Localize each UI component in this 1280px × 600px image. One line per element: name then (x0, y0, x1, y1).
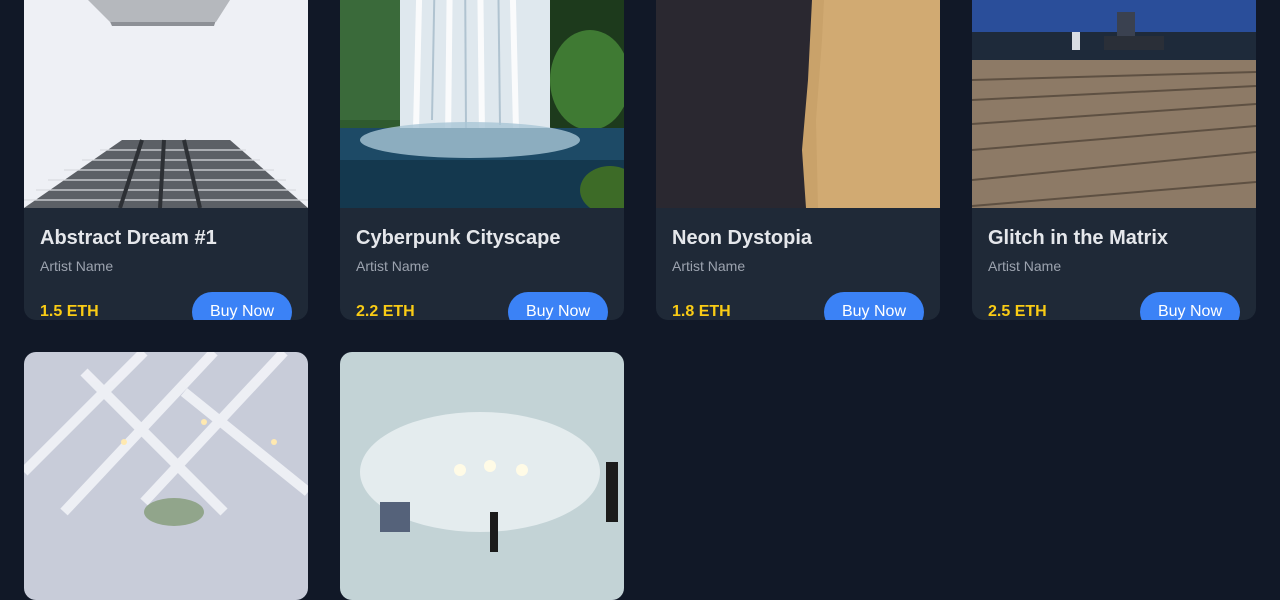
light-beams-image[interactable] (24, 352, 308, 600)
card-price: 1.5 ETH (40, 303, 99, 320)
card-title: Neon Dystopia (672, 227, 813, 249)
buy-now-button[interactable]: Buy Now (192, 292, 292, 320)
buy-now-button[interactable]: Buy Now (508, 292, 608, 320)
card-title: Cyberpunk Cityscape (356, 227, 561, 249)
card-artist: Artist Name (672, 258, 746, 274)
nft-card[interactable]: Neon Dystopia Artist Name 1.8 ETH Buy No… (656, 0, 940, 320)
card-artist: Artist Name (988, 258, 1062, 274)
nft-card[interactable] (24, 352, 308, 600)
card-price: 2.5 ETH (988, 303, 1047, 320)
buy-now-button[interactable]: Buy Now (824, 292, 924, 320)
buy-now-button[interactable]: Buy Now (1140, 292, 1240, 320)
boardwalk-image[interactable] (972, 0, 1256, 208)
concert-image[interactable] (340, 352, 624, 600)
nft-card[interactable]: Glitch in the Matrix Artist Name 2.5 ETH… (972, 0, 1256, 320)
card-price: 1.8 ETH (672, 303, 731, 320)
skyscraper-image[interactable] (24, 0, 308, 208)
card-artist: Artist Name (40, 258, 114, 274)
card-title: Glitch in the Matrix (988, 227, 1169, 249)
card-title: Abstract Dream #1 (40, 227, 217, 249)
nft-card[interactable] (340, 352, 624, 600)
asphalt-sand-image[interactable] (656, 0, 940, 208)
nft-card-grid: Abstract Dream #1 Artist Name 1.5 ETH Bu… (24, 0, 1256, 600)
card-artist: Artist Name (356, 258, 430, 274)
nft-card[interactable]: Cyberpunk Cityscape Artist Name 2.2 ETH … (340, 0, 624, 320)
waterfall-image[interactable] (340, 0, 624, 208)
nft-card[interactable]: Abstract Dream #1 Artist Name 1.5 ETH Bu… (24, 0, 308, 320)
card-price: 2.2 ETH (356, 303, 415, 320)
